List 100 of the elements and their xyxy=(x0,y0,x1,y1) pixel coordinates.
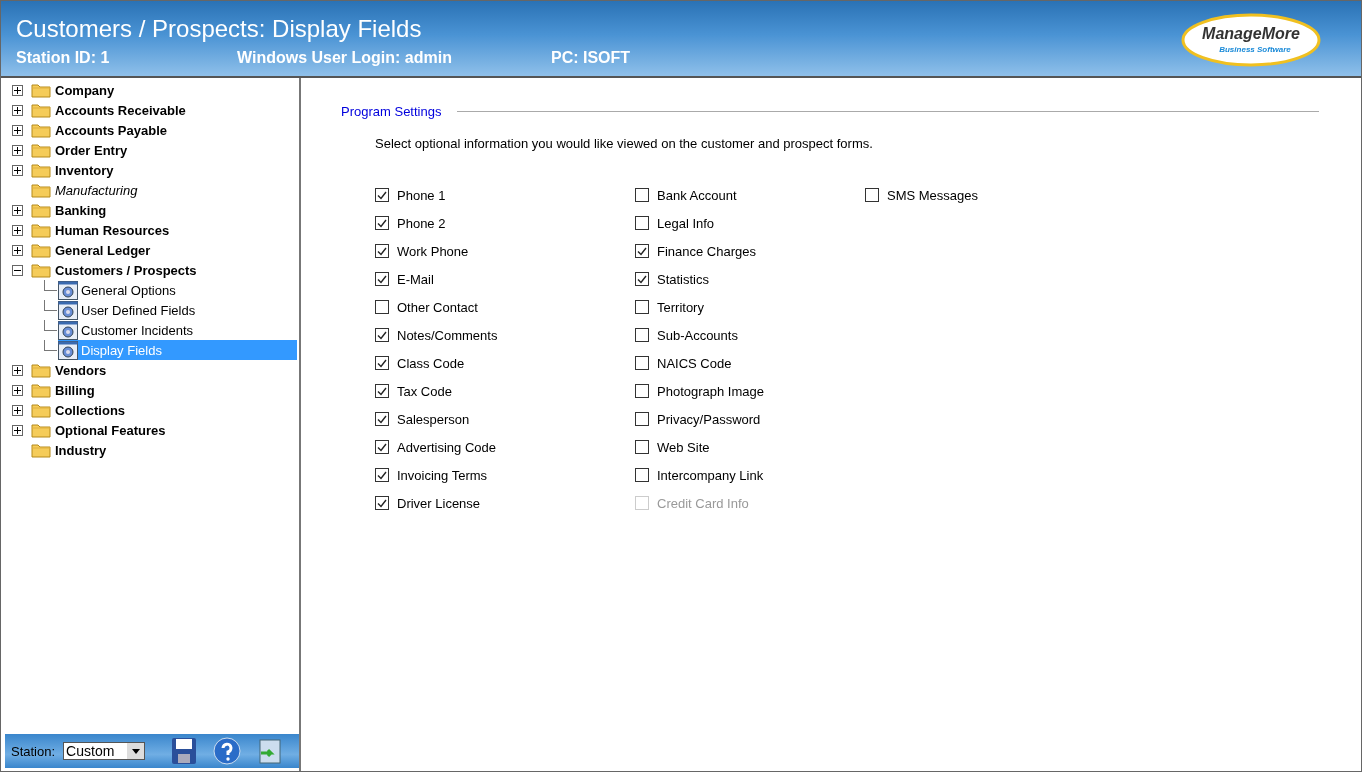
folder-icon xyxy=(31,262,51,278)
checkbox[interactable] xyxy=(635,356,649,370)
checkbox[interactable] xyxy=(635,468,649,482)
checkbox-option[interactable]: Legal Info xyxy=(635,209,865,237)
checkbox-option[interactable]: Statistics xyxy=(635,265,865,293)
expand-toggle[interactable] xyxy=(12,204,23,216)
expand-toggle[interactable] xyxy=(12,404,23,416)
checkbox-option[interactable]: SMS Messages xyxy=(865,181,1065,209)
checkbox[interactable] xyxy=(375,356,389,370)
checkbox[interactable] xyxy=(865,188,879,202)
checkbox[interactable] xyxy=(375,468,389,482)
folder-icon xyxy=(31,422,51,438)
tree-item[interactable]: Company xyxy=(55,82,115,98)
folder-icon xyxy=(31,242,51,258)
tree-item[interactable]: Vendors xyxy=(55,362,107,378)
checkbox-option[interactable]: Photograph Image xyxy=(635,377,865,405)
checkbox-option[interactable]: Class Code xyxy=(375,349,635,377)
expand-toggle[interactable] xyxy=(12,224,23,236)
expand-toggle[interactable] xyxy=(12,124,23,136)
expand-toggle[interactable] xyxy=(12,244,23,256)
checkbox-option[interactable]: Notes/Comments xyxy=(375,321,635,349)
help-icon[interactable] xyxy=(213,737,242,765)
expand-toggle[interactable] xyxy=(12,164,23,176)
tree-item[interactable]: Industry xyxy=(55,442,107,458)
checkbox-option[interactable]: Phone 2 xyxy=(375,209,635,237)
tree-item[interactable]: Customer Incidents xyxy=(58,320,297,340)
exit-door-icon[interactable] xyxy=(257,737,284,765)
folder-icon xyxy=(31,442,51,458)
checkbox-option[interactable]: Advertising Code xyxy=(375,433,635,461)
checkbox[interactable] xyxy=(635,300,649,314)
checkbox-option[interactable]: Sub-Accounts xyxy=(635,321,865,349)
folder-icon xyxy=(31,102,51,118)
tree-item[interactable]: Accounts Receivable xyxy=(55,102,186,118)
save-icon[interactable] xyxy=(171,737,198,765)
checkbox[interactable] xyxy=(375,188,389,202)
folder-icon xyxy=(31,162,51,178)
checkbox[interactable] xyxy=(635,440,649,454)
checkbox[interactable] xyxy=(375,272,389,286)
form-gear-icon xyxy=(58,340,78,360)
checkbox[interactable] xyxy=(375,412,389,426)
form-gear-icon xyxy=(58,300,78,320)
expand-toggle[interactable] xyxy=(12,384,23,396)
tree-item[interactable]: General Options xyxy=(58,280,297,300)
tree-item[interactable]: Collections xyxy=(55,402,126,418)
checkbox[interactable] xyxy=(375,496,389,510)
checkbox-option[interactable]: Bank Account xyxy=(635,181,865,209)
tree-item[interactable]: Banking xyxy=(55,202,107,218)
tree-item[interactable]: Human Resources xyxy=(55,222,170,238)
checkbox-option[interactable]: Finance Charges xyxy=(635,237,865,265)
checkbox[interactable] xyxy=(375,328,389,342)
checkbox-option[interactable]: Tax Code xyxy=(375,377,635,405)
user-login: Windows User Login: admin xyxy=(237,49,453,67)
checkbox-option[interactable]: Invoicing Terms xyxy=(375,461,635,489)
expand-toggle[interactable] xyxy=(12,424,23,436)
checkbox-option[interactable]: Other Contact xyxy=(375,293,635,321)
tree-item[interactable]: Accounts Payable xyxy=(55,122,167,138)
collapse-toggle[interactable] xyxy=(12,264,23,276)
checkbox[interactable] xyxy=(375,440,389,454)
expand-toggle[interactable] xyxy=(12,144,23,156)
tree-item[interactable]: General Ledger xyxy=(55,242,151,258)
checkbox[interactable] xyxy=(375,216,389,230)
checkbox[interactable] xyxy=(375,384,389,398)
checkbox-option[interactable]: Salesperson xyxy=(375,405,635,433)
checkbox-option[interactable]: Web Site xyxy=(635,433,865,461)
tree-item[interactable]: User Defined Fields xyxy=(58,300,297,320)
tree-item[interactable]: Inventory xyxy=(55,162,114,178)
checkbox-option[interactable]: Intercompany Link xyxy=(635,461,865,489)
form-gear-icon xyxy=(58,320,78,340)
tree-item[interactable]: Optional Features xyxy=(55,422,166,438)
expand-toggle[interactable] xyxy=(12,104,23,116)
checkbox-option[interactable]: Territory xyxy=(635,293,865,321)
checkbox[interactable] xyxy=(635,328,649,342)
checkbox-option[interactable]: NAICS Code xyxy=(635,349,865,377)
checkbox-option[interactable]: E-Mail xyxy=(375,265,635,293)
expand-toggle[interactable] xyxy=(12,84,23,96)
checkbox[interactable] xyxy=(375,300,389,314)
tree-item[interactable]: Customers / Prospects xyxy=(55,262,197,278)
checkbox[interactable] xyxy=(635,216,649,230)
checkbox-option[interactable]: Driver License xyxy=(375,489,635,517)
checkbox[interactable] xyxy=(635,244,649,258)
group-title: Program Settings xyxy=(341,104,442,119)
checkbox-option[interactable]: Privacy/Password xyxy=(635,405,865,433)
folder-icon xyxy=(31,382,51,398)
checkbox-option[interactable]: Work Phone xyxy=(375,237,635,265)
tree-item[interactable]: Billing xyxy=(55,382,95,398)
checkbox[interactable] xyxy=(635,412,649,426)
station-label: Station: xyxy=(11,743,56,759)
tree-item[interactable]: Order Entry xyxy=(55,142,128,158)
folder-icon xyxy=(31,222,51,238)
checkbox[interactable] xyxy=(635,188,649,202)
checkbox[interactable] xyxy=(635,272,649,286)
checkbox-option[interactable]: Phone 1 xyxy=(375,181,635,209)
expand-toggle[interactable] xyxy=(12,364,23,376)
checkbox[interactable] xyxy=(635,384,649,398)
instructions-text: Select optional information you would like viewed on the customer and prospect forms. xyxy=(375,136,874,151)
station-dropdown[interactable]: Custom xyxy=(63,742,146,760)
folder-icon xyxy=(31,122,51,138)
logo: ManageMore Business Software xyxy=(1181,13,1321,67)
checkbox[interactable] xyxy=(375,244,389,258)
station-id: Station ID: 1 xyxy=(16,49,111,67)
